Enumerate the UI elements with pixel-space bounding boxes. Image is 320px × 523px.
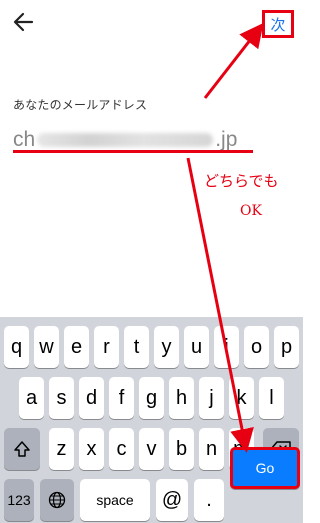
key-k[interactable]: k [229,377,254,419]
email-blurred-region [37,133,214,148]
key-f[interactable]: f [109,377,134,419]
key-b[interactable]: b [169,428,194,470]
key-t[interactable]: t [124,326,149,368]
key-l[interactable]: l [259,377,284,419]
key-c[interactable]: c [109,428,134,470]
key-a[interactable]: a [19,377,44,419]
top-bar: 次 [0,0,303,44]
key-s[interactable]: s [49,377,74,419]
key-e[interactable]: e [64,326,89,368]
at-key[interactable]: @ [156,479,188,521]
key-g[interactable]: g [139,377,164,419]
key-n[interactable]: n [199,428,224,470]
email-underline-highlight [13,150,253,153]
key-i[interactable]: i [214,326,239,368]
key-r[interactable]: r [94,326,119,368]
key-z[interactable]: z [49,428,74,470]
key-q[interactable]: q [4,326,29,368]
email-prefix: ch [13,128,36,151]
key-y[interactable]: y [154,326,179,368]
annotation-text-ok: OK [240,203,262,219]
key-x[interactable]: x [79,428,104,470]
email-suffix: .jp [215,128,238,151]
shift-key[interactable] [4,428,40,470]
shift-icon [14,441,30,457]
email-form: あなたのメールアドレス ch .jp [13,96,253,155]
go-key[interactable]: Go [230,447,300,489]
key-p[interactable]: p [274,326,299,368]
arrow-left-icon [13,12,34,32]
key-j[interactable]: j [199,377,224,419]
key-d[interactable]: d [79,377,104,419]
key-h[interactable]: h [169,377,194,419]
dot-key[interactable]: . [194,479,224,521]
globe-icon [48,491,66,509]
on-screen-keyboard: q w e r t y u i o p a s d f g h j k l z … [0,317,303,523]
numbers-key[interactable]: 123 [4,479,34,521]
annotation-text-either: どちらでも [204,172,279,190]
next-button[interactable]: 次 [262,10,294,38]
key-v[interactable]: v [139,428,164,470]
key-w[interactable]: w [34,326,59,368]
email-field-label: あなたのメールアドレス [13,98,148,112]
key-o[interactable]: o [244,326,269,368]
space-key[interactable]: space [80,479,150,521]
back-button[interactable] [10,8,38,36]
globe-key[interactable] [40,479,74,521]
key-u[interactable]: u [184,326,209,368]
